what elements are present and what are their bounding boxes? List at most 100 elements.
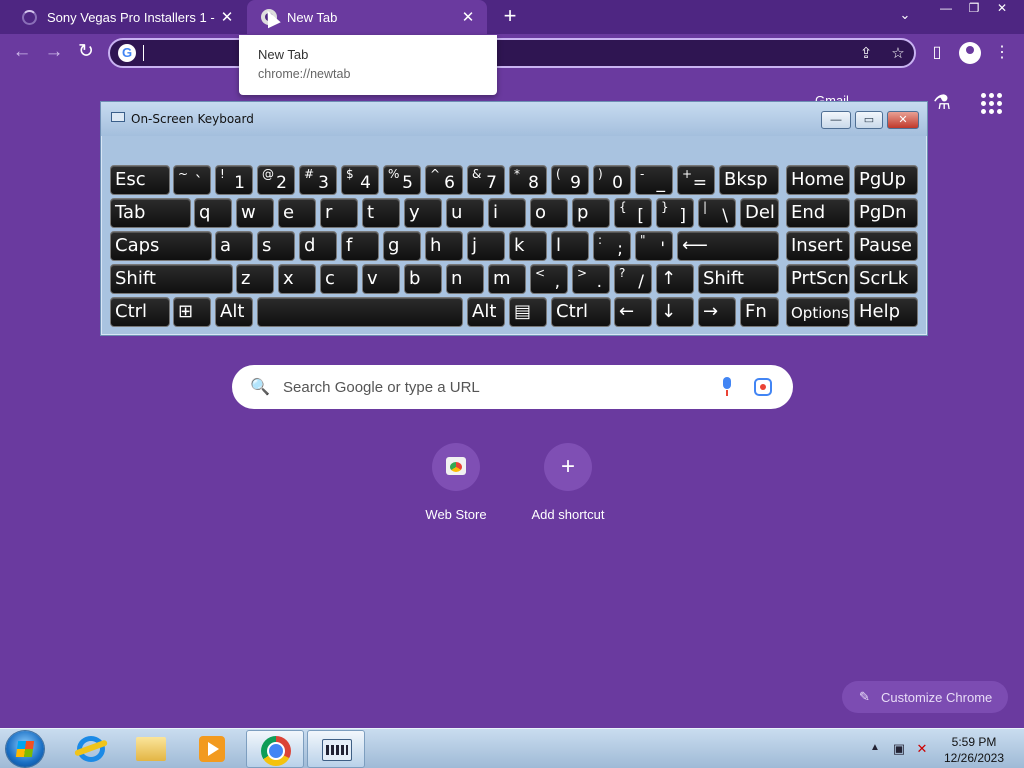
- key-prtscn[interactable]: PrtScn: [786, 264, 850, 294]
- key-symbol[interactable]: ↑: [656, 264, 694, 294]
- key-symbol[interactable]: + =: [677, 165, 715, 195]
- key-pgup[interactable]: PgUp: [854, 165, 918, 195]
- key-symbol[interactable]: ⟵: [677, 231, 779, 261]
- key-fn[interactable]: Fn: [740, 297, 779, 327]
- taskbar-media-player[interactable]: [183, 730, 241, 768]
- key-symbol[interactable]: ←: [614, 297, 652, 327]
- key-alt[interactable]: Alt: [215, 297, 253, 327]
- key-symbol[interactable]: | \: [698, 198, 736, 228]
- key-7[interactable]: & 7: [467, 165, 505, 195]
- key-del[interactable]: Del: [740, 198, 779, 228]
- key-u[interactable]: u: [446, 198, 484, 228]
- key-caps[interactable]: Caps: [110, 231, 212, 261]
- key-p[interactable]: p: [572, 198, 610, 228]
- key-symbol[interactable]: {[: [614, 198, 652, 228]
- key-symbol[interactable]: :;: [593, 231, 631, 261]
- shortcut-add[interactable]: + Add shortcut: [513, 443, 623, 527]
- key-alt[interactable]: Alt: [467, 297, 505, 327]
- customize-chrome-button[interactable]: ✎ Customize Chrome: [842, 681, 1008, 713]
- key-symbol[interactable]: ▤: [509, 297, 547, 327]
- key-4[interactable]: $4: [341, 165, 379, 195]
- key-c[interactable]: c: [320, 264, 358, 294]
- key-esc[interactable]: Esc: [110, 165, 170, 195]
- taskbar-chrome[interactable]: [246, 730, 304, 768]
- bookmark-star-icon[interactable]: ☆: [888, 44, 908, 64]
- key-symbol[interactable]: →: [698, 297, 736, 327]
- key-shift[interactable]: Shift: [110, 264, 233, 294]
- key-x[interactable]: x: [278, 264, 316, 294]
- key-symbol[interactable]: }]: [656, 198, 694, 228]
- side-panel-icon[interactable]: ▯: [926, 42, 948, 64]
- key-symbol[interactable]: >.: [572, 264, 610, 294]
- key-i[interactable]: i: [488, 198, 526, 228]
- key-symbol[interactable]: <,: [530, 264, 568, 294]
- key-q[interactable]: q: [194, 198, 232, 228]
- voice-search-icon[interactable]: [720, 377, 734, 397]
- key-s[interactable]: s: [257, 231, 295, 261]
- system-clock[interactable]: 5:59 PM 12/26/2023: [935, 734, 1013, 766]
- key-options[interactable]: Options: [786, 297, 850, 327]
- key-pause[interactable]: Pause: [854, 231, 918, 261]
- key-help[interactable]: Help: [854, 297, 918, 327]
- google-apps-icon[interactable]: [978, 90, 1002, 114]
- start-button[interactable]: [6, 731, 44, 767]
- key-tab[interactable]: Tab: [110, 198, 191, 228]
- key-symbol[interactable]: - _: [635, 165, 673, 195]
- taskbar-windows-explorer[interactable]: [122, 730, 180, 768]
- key-symbol[interactable]: ? /: [614, 264, 652, 294]
- key-a[interactable]: a: [215, 231, 253, 261]
- key-t[interactable]: t: [362, 198, 400, 228]
- key-g[interactable]: g: [383, 231, 421, 261]
- restore-button[interactable]: ❐: [960, 0, 988, 18]
- key-v[interactable]: v: [362, 264, 400, 294]
- key-symbol[interactable]: ⊞: [173, 297, 211, 327]
- osk-titlebar[interactable]: On-Screen Keyboard — ▭ ✕: [101, 102, 927, 136]
- chrome-labs-icon[interactable]: ⚗: [930, 90, 954, 114]
- show-hidden-icons-button[interactable]: ▲: [870, 742, 880, 753]
- key-1[interactable]: ! 1: [215, 165, 253, 195]
- back-button[interactable]: ←: [9, 40, 35, 66]
- key-k[interactable]: k: [509, 231, 547, 261]
- key-symbol[interactable]: " ': [635, 231, 673, 261]
- address-bar[interactable]: G ⇪ ☆: [108, 38, 916, 68]
- minimize-button[interactable]: —: [932, 0, 960, 18]
- key-symbol[interactable]: ↓: [656, 297, 694, 327]
- key-b[interactable]: b: [404, 264, 442, 294]
- key-shift[interactable]: Shift: [698, 264, 779, 294]
- key-d[interactable]: d: [299, 231, 337, 261]
- key-9[interactable]: (9: [551, 165, 589, 195]
- key-z[interactable]: z: [236, 264, 274, 294]
- osk-restore-button[interactable]: ▭: [855, 111, 883, 129]
- taskbar-internet-explorer[interactable]: [61, 730, 119, 768]
- key-l[interactable]: l: [551, 231, 589, 261]
- key-0[interactable]: ) 0: [593, 165, 631, 195]
- close-button[interactable]: ✕: [988, 0, 1016, 18]
- tab-new-tab[interactable]: New Tab ✕: [247, 0, 487, 34]
- key-symbol[interactable]: ~ `: [173, 165, 211, 195]
- osk-close-button[interactable]: ✕: [887, 111, 919, 129]
- key-pgdn[interactable]: PgDn: [854, 198, 918, 228]
- key-space[interactable]: [257, 297, 463, 327]
- key-f[interactable]: f: [341, 231, 379, 261]
- key-y[interactable]: y: [404, 198, 442, 228]
- key-o[interactable]: o: [530, 198, 568, 228]
- share-icon[interactable]: ⇪: [856, 44, 876, 64]
- key-r[interactable]: r: [320, 198, 358, 228]
- osk-minimize-button[interactable]: —: [821, 111, 851, 129]
- chrome-menu-icon[interactable]: ⋮: [991, 42, 1013, 64]
- key-5[interactable]: % 5: [383, 165, 421, 195]
- ntp-search-box[interactable]: 🔍 Search Google or type a URL: [232, 365, 793, 409]
- key-h[interactable]: h: [425, 231, 463, 261]
- key-end[interactable]: End: [786, 198, 850, 228]
- key-insert[interactable]: Insert: [786, 231, 850, 261]
- key-n[interactable]: n: [446, 264, 484, 294]
- shortcut-web-store[interactable]: Web Store: [401, 443, 511, 527]
- google-lens-icon[interactable]: [754, 378, 772, 396]
- key-2[interactable]: @2: [257, 165, 295, 195]
- key-e[interactable]: e: [278, 198, 316, 228]
- tab-sony-vegas[interactable]: Sony Vegas Pro Installers 1 - 11 : ✕: [8, 0, 246, 34]
- key-w[interactable]: w: [236, 198, 274, 228]
- key-3[interactable]: #3: [299, 165, 337, 195]
- key-8[interactable]: * 8: [509, 165, 547, 195]
- network-icon[interactable]: ▣: [891, 741, 907, 757]
